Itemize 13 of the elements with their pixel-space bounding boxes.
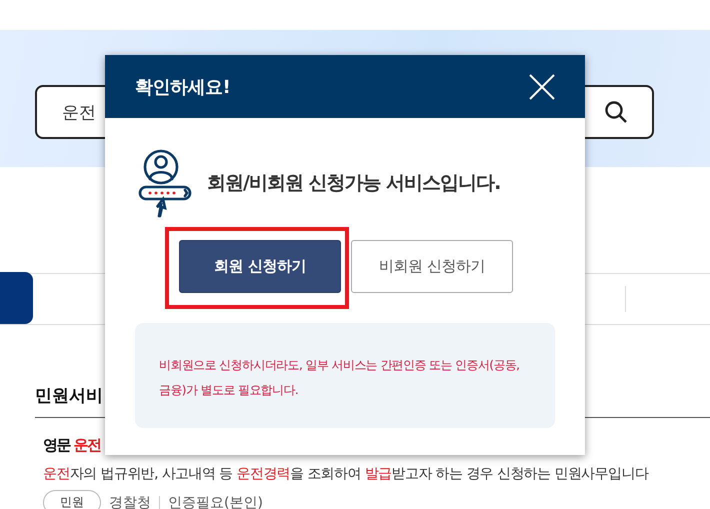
dialog-title: 확인하세요!: [135, 76, 230, 98]
dialog-message: 회원/비회원 신청가능 서비스입니다.: [207, 171, 500, 196]
search-input[interactable]: 운전: [62, 102, 262, 122]
service-description: 운전자의 법규위반, 사고내역 등 운전경력을 조회하여 발급받고자 하는 경우 신청하는 민원사무입니다: [43, 465, 650, 484]
user-password-icon: [137, 148, 193, 218]
category-tag: 민원: [43, 490, 101, 509]
guest-apply-button[interactable]: 비회원 신청하기: [351, 240, 513, 293]
agency-label: 경찰청: [109, 494, 151, 509]
search-icon[interactable]: [604, 100, 628, 124]
close-icon[interactable]: [529, 74, 555, 100]
auth-label: 인증필요(본인): [168, 494, 263, 509]
service-title[interactable]: 영문 운전: [43, 434, 101, 456]
member-apply-button[interactable]: 회원 신청하기: [179, 240, 341, 293]
